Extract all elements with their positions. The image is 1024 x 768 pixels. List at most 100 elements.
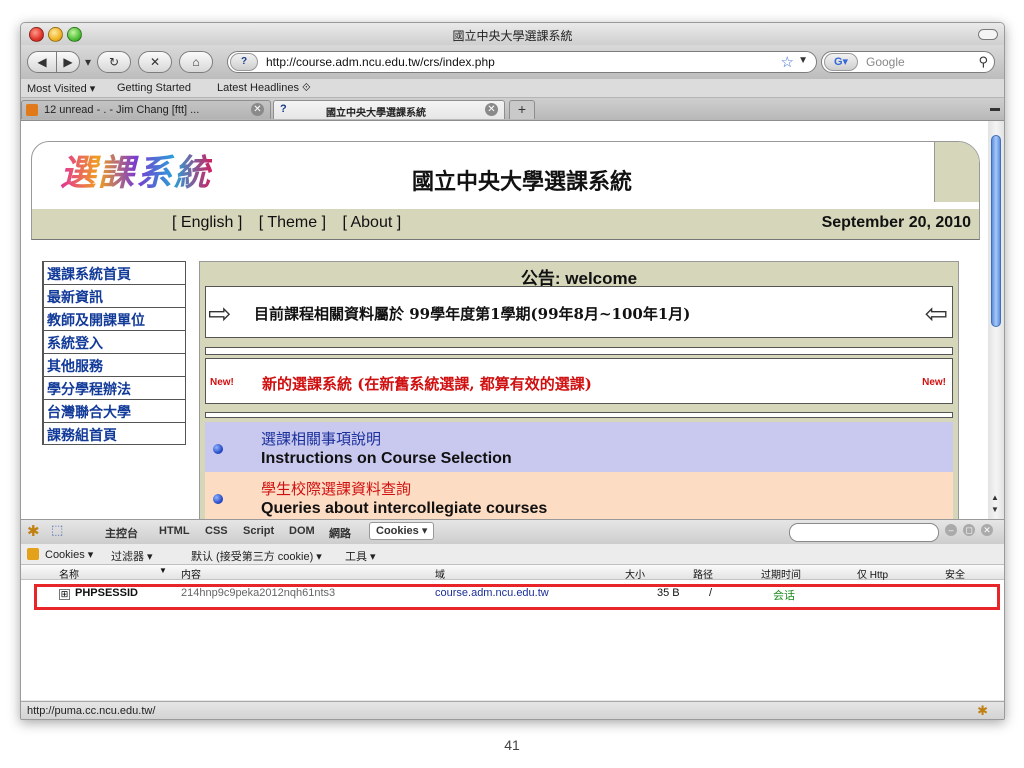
list-all-tabs-icon[interactable]: ▬ xyxy=(990,103,1000,114)
toolbar-toggle-button[interactable] xyxy=(978,29,998,40)
window-title: 國立中央大學選課系統 xyxy=(452,29,573,43)
column-value[interactable]: 内容 xyxy=(181,566,201,581)
announcement-item[interactable]: 選課相關事項說明 Instructions on Course Selectio… xyxy=(205,422,953,472)
bookmark-star-icon[interactable]: ☆ xyxy=(781,53,794,71)
tab-bbs[interactable]: 12 unread - . - Jim Chang [ftt] ... ✕ xyxy=(21,100,271,119)
scrollbar-thumb[interactable] xyxy=(991,135,1001,327)
side-menu-item[interactable]: 其他服務 xyxy=(42,353,186,376)
side-menu-item[interactable]: 系統登入 xyxy=(42,330,186,353)
site-header: 選課系統 國立中央大學選課系統 xyxy=(31,141,980,213)
side-menu-item[interactable]: 學分學程辦法 xyxy=(42,376,186,399)
google-search-engine-icon[interactable]: G▾ xyxy=(824,53,858,71)
item-title-zh[interactable]: 選課相關事項說明 xyxy=(261,428,381,449)
reload-icon: ↻ xyxy=(108,55,120,69)
column-path[interactable]: 路径 xyxy=(693,566,713,581)
tab-dom[interactable]: DOM xyxy=(289,525,315,537)
top-links: [ English ] [ Theme ] [ About ] xyxy=(172,214,413,232)
home-icon: ⌂ xyxy=(192,55,200,69)
item-title-en[interactable]: Queries about intercollegiate courses xyxy=(261,500,547,518)
new-badge: New! xyxy=(922,377,946,388)
new-system-text[interactable]: 新的選課系統 (在新舊系統選課, 都算有效的選課) xyxy=(262,373,592,394)
inspect-icon[interactable]: ⬚ xyxy=(51,522,63,538)
semester-notice: ⇨ 目前課程相關資料屬於 99學年度第1學期(99年8月~100年1月) ⇦ xyxy=(205,286,953,338)
page-title: 國立中央大學選課系統 xyxy=(412,169,633,194)
about-link[interactable]: [ About ] xyxy=(342,214,401,231)
column-http-only[interactable]: 仅 Http xyxy=(857,566,888,581)
item-title-zh[interactable]: 學生校際選課資料查詢 xyxy=(261,478,411,499)
theme-link[interactable]: [ Theme ] xyxy=(259,214,326,231)
bullet-icon xyxy=(213,444,223,454)
tab-net[interactable]: 網路 xyxy=(329,525,351,541)
new-badge: New! xyxy=(210,377,234,388)
vertical-scrollbar[interactable]: ▲ ▼ xyxy=(988,121,1004,519)
back-button[interactable]: ◀ xyxy=(27,51,57,73)
side-menu-item[interactable]: 最新資訊 xyxy=(42,284,186,307)
notice-divider xyxy=(205,347,953,355)
column-secure[interactable]: 安全 xyxy=(945,566,965,581)
arrow-right-icon: ⇨ xyxy=(208,298,232,329)
url-text[interactable]: http://course.adm.ncu.edu.tw/crs/index.p… xyxy=(266,55,495,69)
filter-menu[interactable]: 过滤器 ▾ xyxy=(111,548,153,564)
tab-script[interactable]: Script xyxy=(243,525,274,537)
stop-button[interactable]: ✕ xyxy=(138,51,172,73)
side-menu-item[interactable]: 選課系統首頁 xyxy=(42,261,186,284)
tools-menu[interactable]: 工具 ▾ xyxy=(345,548,376,564)
tab-label: 12 unread - . - Jim Chang [ftt] ... xyxy=(44,104,200,116)
scroll-down-icon[interactable]: ▼ xyxy=(991,505,999,514)
column-size[interactable]: 大小 xyxy=(625,566,645,581)
tab-close-icon[interactable]: ✕ xyxy=(485,103,498,116)
tab-console[interactable]: 主控台 xyxy=(105,525,138,541)
firebug-status-icon[interactable]: ✱ xyxy=(977,703,988,719)
sort-descending-icon[interactable]: ▼ xyxy=(159,566,167,575)
search-icon[interactable]: ⚲ xyxy=(978,54,988,70)
bookmark-most-visited[interactable]: Most Visited ▾ xyxy=(27,82,95,95)
new-tab-button[interactable]: + xyxy=(509,100,535,119)
new-system-notice: New! 新的選課系統 (在新舊系統選課, 都算有效的選課) New! xyxy=(205,358,953,404)
cookies-subtoolbar: Cookies ▾ 过滤器 ▾ 默认 (接受第三方 cookie) ▾ 工具 ▾ xyxy=(21,544,1004,565)
reload-button[interactable]: ↻ xyxy=(97,51,131,73)
tab-label: 國立中央大學選課系統 xyxy=(326,108,426,119)
search-box[interactable]: G▾ Google ⚲ xyxy=(821,51,995,73)
announcement-item[interactable]: 學生校際選課資料查詢 Queries about intercollegiate… xyxy=(205,472,953,519)
side-menu-item[interactable]: 教師及開課單位 xyxy=(42,307,186,330)
side-menu-item[interactable]: 課務組首頁 xyxy=(42,422,186,445)
firebug-icon[interactable]: ✱ xyxy=(27,522,40,540)
firebug-search-input[interactable] xyxy=(789,523,939,542)
item-title-en[interactable]: Instructions on Course Selection xyxy=(261,450,512,468)
bookmarks-bar: Most Visited ▾ Getting Started Latest He… xyxy=(21,79,1004,98)
cookies-menu[interactable]: Cookies ▾ xyxy=(45,548,93,561)
column-domain[interactable]: 域 xyxy=(435,566,445,581)
tab-html[interactable]: HTML xyxy=(159,525,190,537)
arrow-left-icon: ⇦ xyxy=(924,298,948,329)
column-expires[interactable]: 过期时间 xyxy=(761,566,801,581)
current-date: September 20, 2010 xyxy=(821,214,971,231)
default-policy-menu[interactable]: 默认 (接受第三方 cookie) ▾ xyxy=(191,548,322,564)
tab-bar: 12 unread - . - Jim Chang [ftt] ... ✕ ? … xyxy=(21,98,1004,121)
column-name[interactable]: 名称 xyxy=(59,566,79,581)
side-menu: 選課系統首頁 最新資訊 教師及開課單位 系統登入 其他服務 學分學程辦法 台灣聯… xyxy=(42,261,186,445)
bookmark-latest-headlines[interactable]: Latest Headlines ⟐ xyxy=(217,82,311,95)
url-dropdown-icon[interactable]: ▼ xyxy=(798,55,808,66)
english-link[interactable]: [ English ] xyxy=(172,214,242,231)
bullet-icon xyxy=(213,494,223,504)
firebug-close-icon[interactable]: ✕ xyxy=(981,524,993,536)
firebug-minimize-icon[interactable]: – xyxy=(945,524,957,536)
site-logo: 選課系統 xyxy=(60,144,212,196)
firebug-detach-icon[interactable]: ◻ xyxy=(963,524,975,536)
site-identity-icon[interactable]: ? xyxy=(230,53,258,71)
history-dropdown[interactable]: ▾ xyxy=(83,51,93,73)
side-menu-item[interactable]: 台灣聯合大學 xyxy=(42,399,186,422)
highlight-box xyxy=(34,584,1000,610)
bookmark-getting-started[interactable]: Getting Started xyxy=(117,82,191,94)
tab-cookies[interactable]: Cookies ▾ xyxy=(369,522,435,540)
tab-css[interactable]: CSS xyxy=(205,525,228,537)
scroll-up-icon[interactable]: ▲ xyxy=(991,493,999,502)
tab-course-system[interactable]: ? 國立中央大學選課系統 ✕ xyxy=(273,100,505,119)
search-placeholder[interactable]: Google xyxy=(866,55,905,69)
forward-button[interactable]: ▶ xyxy=(56,51,80,73)
tab-close-icon[interactable]: ✕ xyxy=(251,103,264,116)
forward-arrow-icon: ▶ xyxy=(63,55,73,69)
address-bar[interactable]: ? http://course.adm.ncu.edu.tw/crs/index… xyxy=(227,51,817,73)
semester-text: 目前課程相關資料屬於 99學年度第1學期(99年8月~100年1月) xyxy=(254,305,691,323)
home-button[interactable]: ⌂ xyxy=(179,51,213,73)
